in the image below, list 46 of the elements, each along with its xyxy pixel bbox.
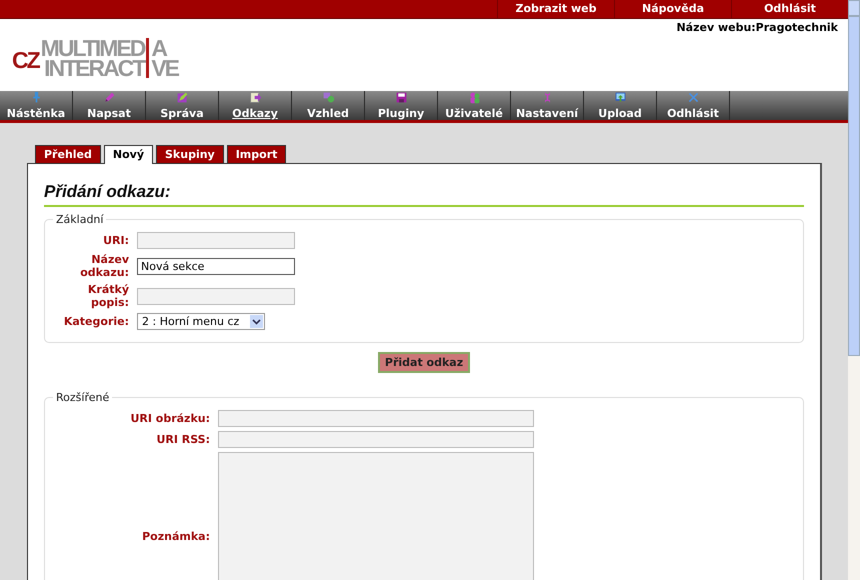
field-label: Název odkazu: xyxy=(79,253,129,279)
nav-icon xyxy=(686,91,700,104)
caret-icon xyxy=(250,315,263,328)
text-area[interactable] xyxy=(218,452,534,580)
field-label: Poznámka: xyxy=(141,530,210,543)
text-field[interactable] xyxy=(218,410,534,427)
field-label: URI obrázku: xyxy=(129,412,210,425)
text-field[interactable] xyxy=(218,431,534,448)
field-label: Kategorie: xyxy=(62,315,129,328)
tab[interactable]: Nový xyxy=(104,145,153,164)
tab[interactable]: Import xyxy=(226,145,286,163)
add-link-button[interactable]: Přidat odkaz xyxy=(378,352,470,373)
nav-item[interactable]: Odkazy xyxy=(219,91,292,120)
nav-icon xyxy=(176,91,188,104)
top-link[interactable]: Nápověda xyxy=(614,0,731,18)
nav-item[interactable]: Nástěnka xyxy=(0,91,73,120)
text-field[interactable]: Nová sekce xyxy=(137,258,295,274)
nav-item[interactable]: Vzhled xyxy=(292,91,365,120)
nav-item[interactable]: Pluginy xyxy=(365,91,438,120)
nav-item[interactable]: Upload xyxy=(584,91,657,120)
tab[interactable]: Přehled xyxy=(35,145,101,163)
nav-icon xyxy=(248,91,262,104)
nav-icon xyxy=(614,91,626,104)
field-label: URI RSS: xyxy=(155,433,210,446)
nav-icon xyxy=(102,91,116,104)
site-name: Název webu:Pragotechnik xyxy=(676,20,839,34)
nav-icon xyxy=(322,91,334,104)
nav-item[interactable]: Odhlásit xyxy=(657,91,730,120)
text-field[interactable] xyxy=(137,232,295,249)
fieldset-legend: Rozšířené xyxy=(53,391,112,404)
nav-item[interactable]: Nastavení xyxy=(511,91,584,120)
nav-item[interactable]: Správa xyxy=(146,91,219,120)
field-label: Krátký popis: xyxy=(86,283,129,309)
logo: CZMULTIMED A INTERACT VE xyxy=(12,38,180,78)
nav-item[interactable]: Napsat xyxy=(73,91,146,120)
tab[interactable]: Skupiny xyxy=(156,145,224,163)
nav-icon xyxy=(468,91,480,104)
top-link[interactable]: Zobrazit web xyxy=(497,0,614,18)
category-dropdown[interactable]: 2 : Horní menu cz xyxy=(137,313,265,330)
scrollbar[interactable] xyxy=(848,0,860,580)
nav-item[interactable]: Uživatelé xyxy=(438,91,511,120)
text-field[interactable] xyxy=(137,288,295,304)
field-label: URI: xyxy=(102,234,129,247)
nav-icon xyxy=(394,91,408,104)
fieldset-legend: Základní xyxy=(53,213,106,226)
page-heading: Přidání odkazu: xyxy=(44,182,804,207)
